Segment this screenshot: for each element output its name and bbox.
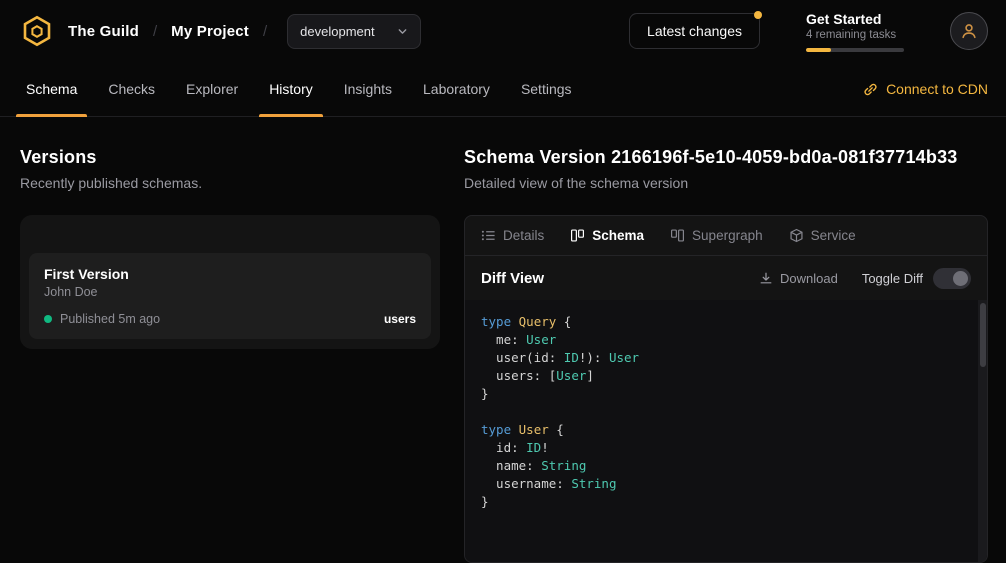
diff-view-title: Diff View <box>481 270 544 287</box>
detail-tab-label: Schema <box>592 228 644 243</box>
diff-view-header: Diff View Download Toggle Diff <box>465 256 987 300</box>
detail-tab-details[interactable]: Details <box>481 228 544 243</box>
code-line: name: String <box>481 457 967 475</box>
top-bar: The Guild / My Project / development Lat… <box>0 0 1006 62</box>
schema-version-title: Schema Version 2166196f-5e10-4059-bd0a-0… <box>464 147 988 168</box>
code-line: me: User <box>481 331 967 349</box>
code-line: username: String <box>481 475 967 493</box>
code-line: } <box>481 493 967 511</box>
schema-version-section: Schema Version 2166196f-5e10-4059-bd0a-0… <box>464 147 988 563</box>
versions-list: First Version John Doe Published 5m ago use… <box>29 253 431 339</box>
tab-settings[interactable]: Settings <box>511 62 582 116</box>
schema-version-subtitle: Detailed view of the schema version <box>464 175 988 191</box>
detail-tab-schema[interactable]: Schema <box>570 228 644 243</box>
project-link[interactable]: My Project <box>171 23 249 40</box>
download-icon <box>759 271 773 285</box>
toggle-diff-label: Toggle Diff <box>862 271 923 286</box>
person-icon <box>960 22 978 40</box>
toggle-knob <box>953 271 968 286</box>
tab-history[interactable]: History <box>259 62 323 116</box>
get-started-subtitle: 4 remaining tasks <box>806 29 904 41</box>
list-icon <box>481 228 496 243</box>
code-scrollbar-thumb[interactable] <box>980 303 986 367</box>
columns-alt-icon <box>670 228 685 243</box>
tab-laboratory[interactable]: Laboratory <box>413 62 500 116</box>
main-content: Versions Recently published schemas. Fir… <box>0 117 1006 563</box>
link-icon <box>863 82 878 97</box>
code-content: type Query { me: User user(id: ID!): Use… <box>481 313 967 511</box>
code-scrollbar[interactable] <box>978 300 987 562</box>
code-line: } <box>481 385 967 403</box>
connect-cdn-label: Connect to CDN <box>886 81 988 97</box>
breadcrumb-separator: / <box>153 23 157 40</box>
hive-logo[interactable] <box>20 14 54 48</box>
versions-subtitle: Recently published schemas. <box>20 175 440 191</box>
code-line: id: ID! <box>481 439 967 457</box>
org-link[interactable]: The Guild <box>68 23 139 40</box>
main-nav: SchemaChecksExplorerHistoryInsightsLabor… <box>0 62 1006 117</box>
diff-view-actions: Download Toggle Diff <box>759 268 971 289</box>
version-meta: Published 5m ago users <box>44 312 416 326</box>
latest-changes-button[interactable]: Latest changes <box>629 13 760 49</box>
breadcrumb: The Guild / My Project / development <box>20 14 421 49</box>
cube-icon <box>789 228 804 243</box>
environment-value: development <box>300 24 374 39</box>
detail-tab-supergraph[interactable]: Supergraph <box>670 228 763 243</box>
get-started-widget[interactable]: Get Started 4 remaining tasks <box>806 11 904 52</box>
notification-dot <box>754 11 762 19</box>
get-started-progress-fill <box>806 48 831 52</box>
columns-icon <box>570 228 585 243</box>
get-started-title: Get Started <box>806 11 904 27</box>
detail-tab-label: Supergraph <box>692 228 763 243</box>
schema-detail-panel: Details Schema Supergraph Service Diff View… <box>464 215 988 563</box>
schema-code-viewer[interactable]: type Query { me: User user(id: ID!): Use… <box>465 300 987 562</box>
primary-nav-tabs: SchemaChecksExplorerHistoryInsightsLabor… <box>16 62 582 116</box>
toggle-diff-switch[interactable] <box>933 268 971 289</box>
toggle-diff-control: Toggle Diff <box>862 268 971 289</box>
download-label: Download <box>780 271 838 286</box>
versions-title: Versions <box>20 147 440 168</box>
latest-changes-label: Latest changes <box>647 23 742 39</box>
code-line: type User { <box>481 421 967 439</box>
environment-dropdown[interactable]: development <box>287 14 420 49</box>
tab-schema[interactable]: Schema <box>16 62 87 116</box>
versions-section: Versions Recently published schemas. Fir… <box>20 147 440 563</box>
code-line <box>481 403 967 421</box>
code-line: type Query { <box>481 313 967 331</box>
breadcrumb-separator: / <box>263 23 267 40</box>
chevron-down-icon <box>397 26 408 37</box>
versions-card: First Version John Doe Published 5m ago use… <box>20 215 440 349</box>
get-started-progress <box>806 48 904 52</box>
tab-checks[interactable]: Checks <box>98 62 165 116</box>
tab-insights[interactable]: Insights <box>334 62 402 116</box>
detail-tab-label: Service <box>811 228 856 243</box>
download-button[interactable]: Download <box>759 271 838 286</box>
top-bar-actions: Latest changes Get Started 4 remaining t… <box>629 11 988 52</box>
code-line: user(id: ID!): User <box>481 349 967 367</box>
version-list-item[interactable]: First Version John Doe Published 5m ago use… <box>29 253 431 339</box>
detail-tab-service[interactable]: Service <box>789 228 856 243</box>
version-status: Published 5m ago <box>60 312 160 326</box>
version-service-badge: users <box>384 312 416 326</box>
user-avatar[interactable] <box>950 12 988 50</box>
detail-tab-label: Details <box>503 228 544 243</box>
tab-explorer[interactable]: Explorer <box>176 62 248 116</box>
version-name: First Version <box>44 266 416 282</box>
published-status-dot <box>44 315 52 323</box>
code-line: users: [User] <box>481 367 967 385</box>
detail-tabs: Details Schema Supergraph Service <box>465 216 987 256</box>
version-author: John Doe <box>44 285 416 299</box>
connect-cdn-button[interactable]: Connect to CDN <box>863 62 988 116</box>
